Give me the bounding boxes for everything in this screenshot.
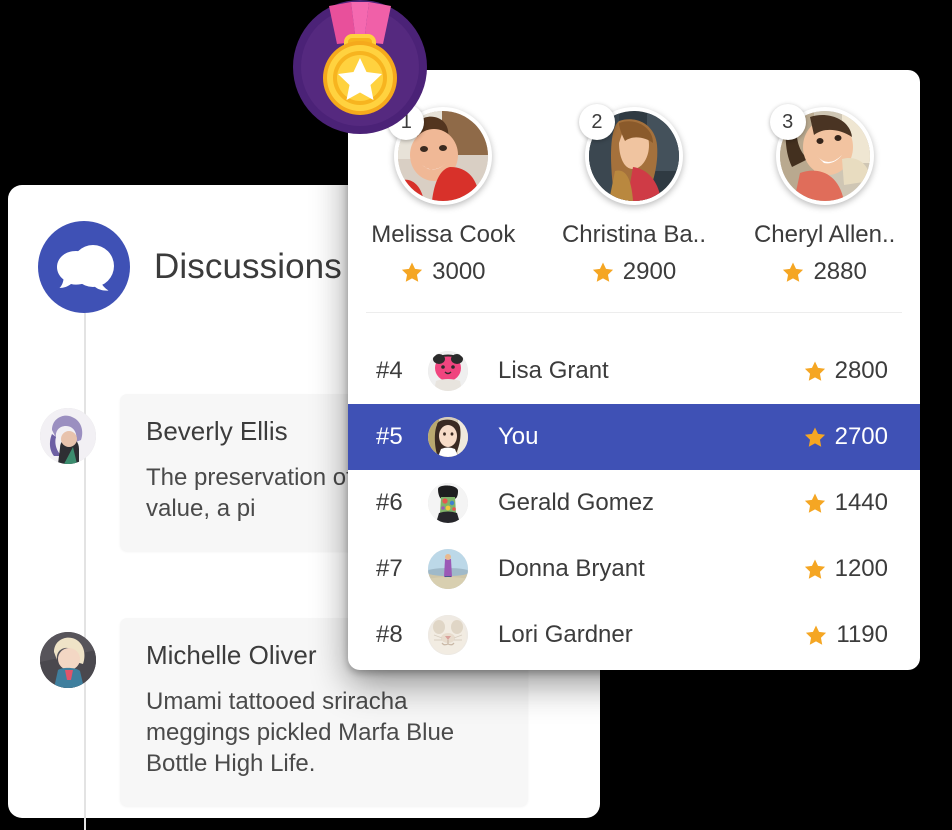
rank-number: #8 (376, 621, 403, 648)
podium-score: 2880 (740, 258, 910, 286)
rank-name: You (498, 423, 539, 450)
table-row-current-user[interactable]: #5 You 2700 (348, 404, 920, 470)
avatar (40, 408, 96, 464)
podium-entry[interactable]: 1 Melissa Cook 3000 (358, 104, 528, 312)
rank-score: 1190 (805, 621, 888, 649)
podium-score-value: 3000 (432, 258, 486, 285)
podium-avatar-wrap: 2 (578, 104, 683, 205)
avatar (428, 351, 468, 391)
podium-avatar-wrap: 3 (769, 104, 874, 205)
rank-score: 2700 (804, 423, 888, 451)
rank-score: 2800 (804, 357, 888, 385)
star-icon (804, 558, 826, 580)
podium-score: 3000 (358, 258, 528, 286)
leaderboard-panel: 1 Melissa Cook 3000 2 Christina Ba.. 290… (348, 70, 920, 670)
star-icon (401, 261, 423, 283)
rank-name: Gerald Gomez (498, 489, 655, 516)
discussions-header: Discussions (38, 221, 342, 313)
rank-score-value: 1200 (834, 555, 888, 582)
podium-entry[interactable]: 2 Christina Ba.. 2900 (549, 104, 719, 312)
rank-badge: 2 (578, 104, 615, 140)
rank-name: Donna Bryant (498, 555, 645, 582)
table-row[interactable]: #6 Gerald Gomez 1440 (348, 470, 920, 536)
rank-score-value: 2800 (834, 357, 888, 384)
rank-number: #6 (376, 489, 403, 516)
star-icon (804, 360, 826, 382)
rank-score: 1200 (804, 555, 888, 583)
podium-score-value: 2880 (813, 258, 867, 285)
rank-score-value: 1440 (834, 489, 888, 516)
star-icon (782, 261, 804, 283)
screenshot-root: Discussions Beverly Ellis The preservati… (0, 0, 952, 830)
page-title: Discussions (154, 247, 342, 286)
rank-score-value: 2700 (834, 423, 888, 450)
rank-score: 1440 (804, 489, 888, 517)
avatar (40, 632, 96, 688)
avatar (428, 417, 468, 457)
star-icon (592, 261, 614, 283)
avatar (428, 483, 468, 523)
podium-score: 2900 (549, 258, 719, 286)
rank-score-value: 1190 (836, 621, 888, 648)
table-row[interactable]: #4 Lisa Grant 2800 (348, 338, 920, 404)
table-row[interactable]: #7 Donna Bryant 1200 (348, 536, 920, 602)
rank-number: #7 (376, 555, 403, 582)
rank-badge: 3 (769, 104, 806, 140)
divider (366, 312, 902, 313)
star-icon (804, 426, 826, 448)
rank-name: Lori Gardner (498, 621, 633, 648)
gold-medal-icon (293, 0, 427, 134)
leaderboard-list: #4 Lisa Grant 2800 #5 You 2700 #6 Gerald… (348, 338, 920, 668)
podium-name: Christina Ba.. (561, 221, 707, 248)
table-row[interactable]: #8 Lori Gardner 1190 (348, 602, 920, 668)
podium-top-three: 1 Melissa Cook 3000 2 Christina Ba.. 290… (348, 70, 920, 312)
star-icon (805, 624, 827, 646)
podium-name: Melissa Cook (371, 221, 516, 248)
podium-name: Cheryl Allen.. (753, 221, 896, 248)
avatar (428, 549, 468, 589)
podium-score-value: 2900 (622, 258, 677, 285)
avatar (428, 615, 468, 655)
discussion-text: Umami tattooed sriracha meggings pickled… (146, 688, 455, 777)
podium-entry[interactable]: 3 Cheryl Allen.. 2880 (740, 104, 910, 312)
rank-name: Lisa Grant (498, 357, 609, 384)
chat-bubbles-icon (38, 221, 130, 313)
rank-number: #5 (376, 423, 403, 450)
rank-number: #4 (376, 357, 403, 384)
star-icon (804, 492, 826, 514)
